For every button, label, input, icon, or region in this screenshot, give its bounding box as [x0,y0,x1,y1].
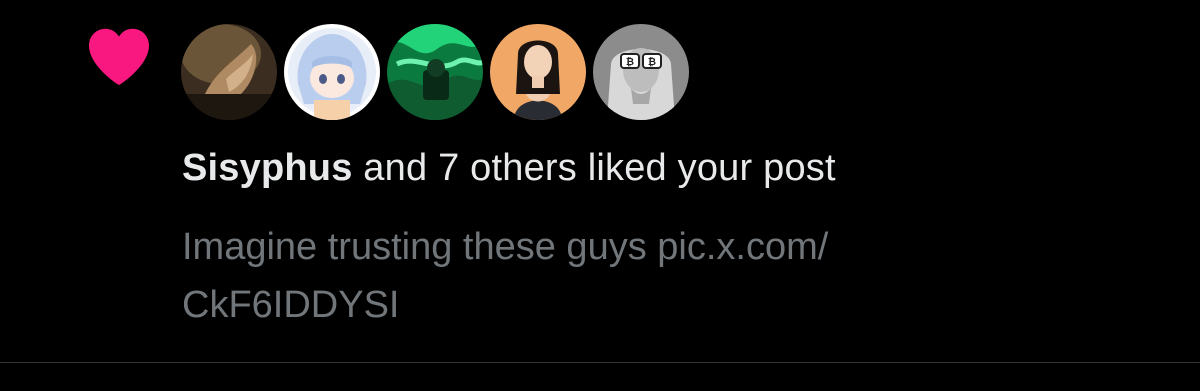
avatar-anime-girl[interactable] [284,24,380,120]
notification-headline: Sisyphus and 7 others liked your post [182,142,836,194]
post-text-line1: Imagine trusting these guys pic.x.com/ [182,226,829,268]
heart-icon [89,28,149,85]
svg-text:₿: ₿ [648,56,656,68]
liker-avatars: ₿ ₿ [181,24,689,120]
divider [0,362,1200,363]
avatar-green-abstract[interactable] [387,24,483,120]
avatar-bitcoin-glasses[interactable]: ₿ ₿ [593,24,689,120]
actor-name[interactable]: Sisyphus [182,147,353,189]
post-preview[interactable]: Imagine trusting these guys pic.x.com/ C… [182,218,1082,334]
action-text: and 7 others liked your post [352,147,836,189]
avatar-classical-painting[interactable] [181,24,277,120]
svg-text:₿: ₿ [626,56,634,68]
post-text-line2: CkF6IDDYSI [182,284,400,326]
like-notification[interactable]: ₿ ₿ Sisyphus and 7 others liked your pos… [0,0,1200,362]
avatar-woman-illustration[interactable] [490,24,586,120]
